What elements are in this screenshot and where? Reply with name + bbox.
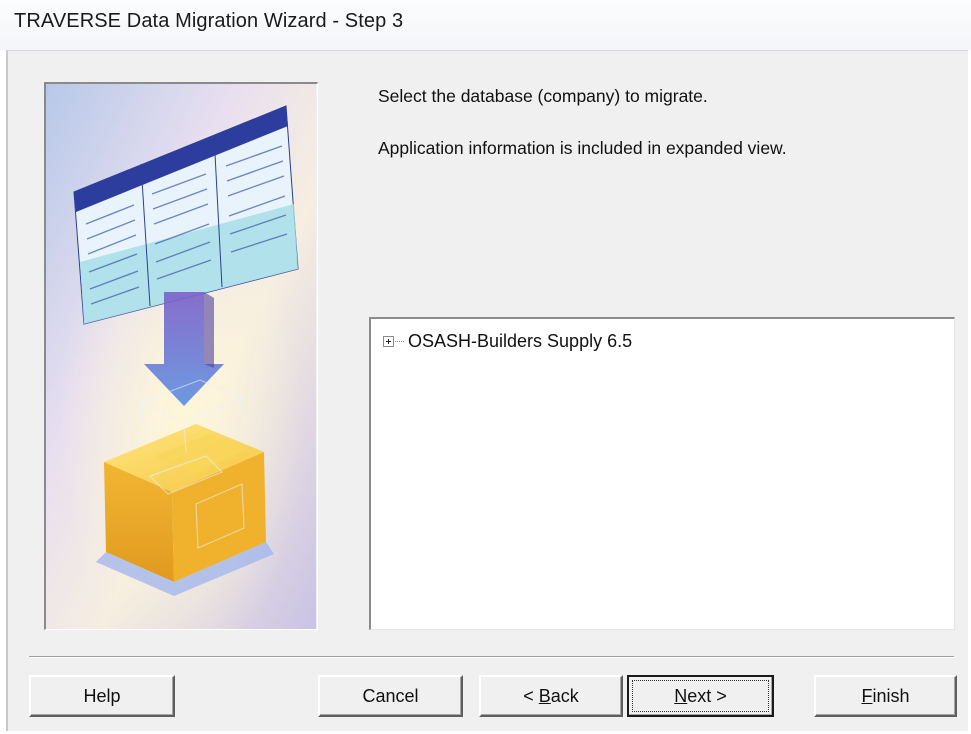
- instruction-expanded-view: Application information is included in e…: [378, 138, 787, 158]
- title-bar: TRAVERSE Data Migration Wizard - Step 3: [0, 0, 971, 50]
- window-title: TRAVERSE Data Migration Wizard - Step 3: [14, 10, 404, 32]
- help-button-label: Help: [83, 685, 121, 706]
- back-button[interactable]: < Back: [479, 675, 623, 717]
- cancel-button-label: Cancel: [362, 685, 419, 706]
- back-button-label: < Back: [523, 685, 579, 706]
- finish-button[interactable]: Finish: [814, 675, 957, 717]
- cancel-button[interactable]: Cancel: [318, 675, 463, 717]
- tree-item-database[interactable]: OSASH-Builders Supply 6.5: [383, 328, 634, 354]
- tree-connector: [395, 340, 404, 342]
- migration-illustration: [44, 82, 318, 630]
- instruction-select-database: Select the database (company) to migrate…: [378, 86, 708, 106]
- next-button[interactable]: Next >: [627, 675, 774, 717]
- tree-item-label[interactable]: OSASH-Builders Supply 6.5: [406, 330, 634, 353]
- focus-rectangle: [632, 680, 769, 712]
- button-separator: [29, 656, 954, 658]
- plus-box-icon[interactable]: [383, 335, 394, 347]
- finish-button-label: Finish: [861, 685, 910, 706]
- help-button[interactable]: Help: [29, 675, 175, 717]
- database-tree[interactable]: OSASH-Builders Supply 6.5: [369, 317, 955, 630]
